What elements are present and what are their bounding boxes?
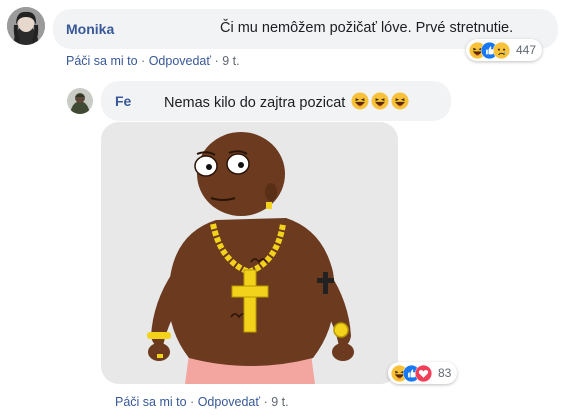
- reaction-summary[interactable]: 447: [466, 39, 543, 61]
- reaction-count: 447: [516, 43, 537, 57]
- laughing-emoji: [391, 92, 409, 114]
- reply-link[interactable]: Odpovedať: [149, 54, 211, 68]
- separator: ·: [141, 54, 146, 68]
- separator: ·: [214, 54, 219, 68]
- comment-text: Či mu nemôžem požičať lóve. Prvé stretnu…: [220, 20, 514, 36]
- comment-text: Nemas kilo do zajtra pozicat: [164, 92, 409, 114]
- laughing-emoji: [351, 92, 369, 114]
- avatar-monika[interactable]: [7, 7, 45, 45]
- cartoon-man-gold-chain-image: [101, 122, 398, 384]
- comment-actions: Páči sa mi to · Odpovedať · 9 t.: [115, 395, 289, 409]
- reaction-summary[interactable]: 83: [388, 362, 458, 384]
- like-link[interactable]: Páči sa mi to: [115, 395, 187, 409]
- like-link[interactable]: Páči sa mi to: [66, 54, 138, 68]
- comment-author[interactable]: Fe: [115, 93, 131, 109]
- timestamp[interactable]: 9 t.: [222, 54, 239, 68]
- laughing-emoji: [371, 92, 389, 114]
- reply-link[interactable]: Odpovedať: [198, 395, 260, 409]
- comment-text-body: Nemas kilo do zajtra pozicat: [164, 95, 346, 111]
- comment-author[interactable]: Monika: [66, 21, 114, 37]
- separator: ·: [263, 395, 268, 409]
- separator: ·: [190, 395, 195, 409]
- timestamp[interactable]: 9 t.: [271, 395, 288, 409]
- comment-image[interactable]: [101, 122, 398, 384]
- love-icon: [415, 364, 432, 382]
- avatar-fe[interactable]: [67, 88, 93, 114]
- sad-icon: [493, 41, 510, 59]
- comment-actions: Páči sa mi to · Odpovedať · 9 t.: [66, 54, 240, 68]
- reaction-count: 83: [438, 366, 452, 380]
